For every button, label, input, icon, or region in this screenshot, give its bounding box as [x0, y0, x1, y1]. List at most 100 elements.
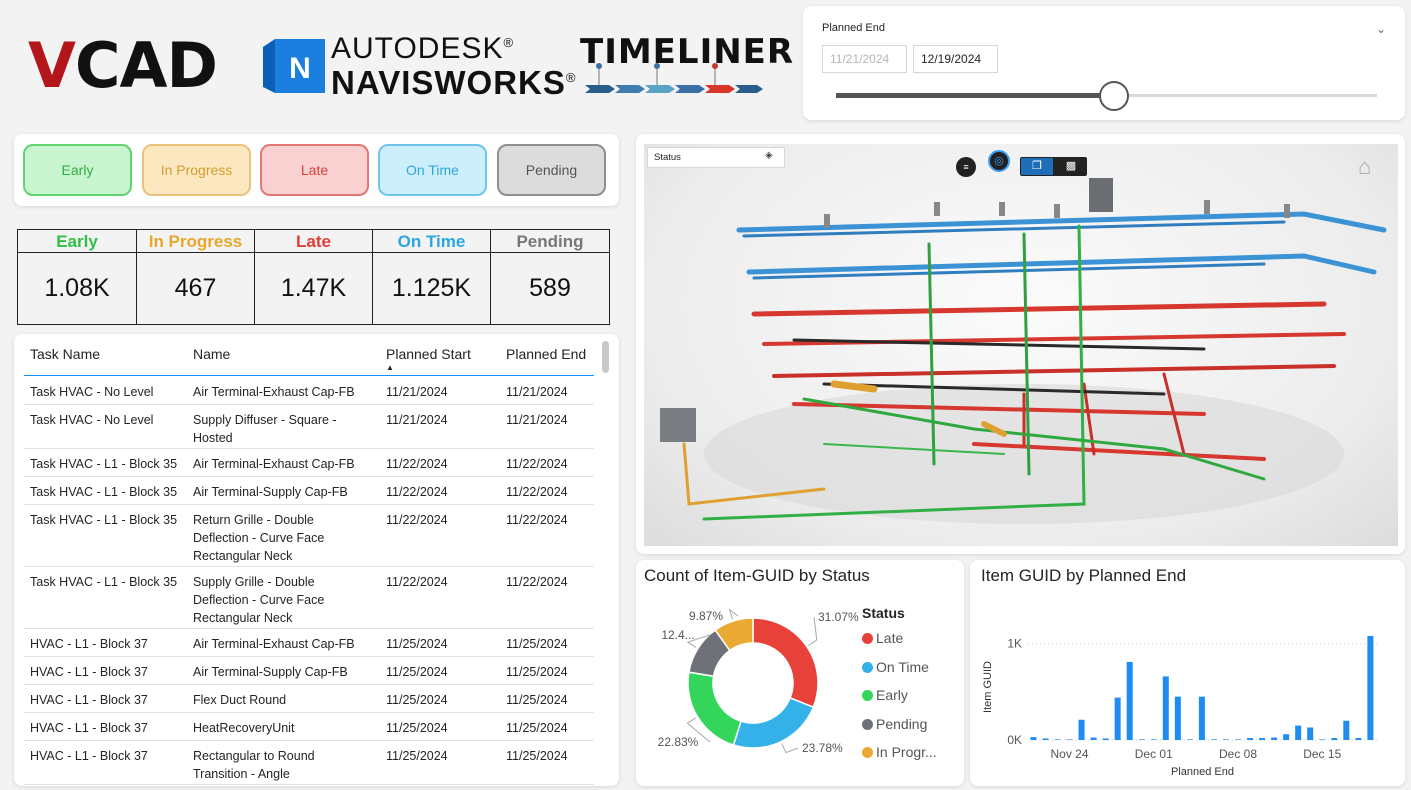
bar[interactable] [1259, 738, 1266, 740]
name-cell: Supply Grille - Double Deflection - Curv… [193, 575, 325, 625]
bar[interactable] [1295, 725, 1302, 740]
table-row[interactable]: Task HVAC - No Level Air Terminal-Exhaust… [24, 377, 594, 405]
legend-dot-icon [862, 661, 873, 673]
donut-data-label: 31.07% [818, 610, 859, 624]
bar[interactable] [1162, 676, 1169, 740]
planned-end-cell: 11/25/2024 [506, 665, 568, 679]
bar[interactable] [1331, 738, 1338, 740]
bar[interactable] [1102, 738, 1109, 741]
bar[interactable] [1222, 739, 1229, 740]
donut-legend-item[interactable]: Late [862, 630, 903, 646]
bar[interactable] [1054, 739, 1061, 740]
chevron-down-icon[interactable]: ⌄ [1376, 22, 1386, 36]
y-axis-title: Item GUID [982, 661, 994, 713]
task-name-cell: HVAC - L1 - Block 37 [30, 665, 148, 679]
status-button-on-time[interactable]: On Time [378, 144, 487, 196]
planned-start-cell: 11/22/2024 [386, 485, 448, 499]
donut-legend-item[interactable]: Early [862, 687, 908, 703]
navisworks-logo-icon: N [263, 37, 325, 95]
column-header-planned-end[interactable]: Planned End [506, 346, 586, 362]
status-button-in-progress[interactable]: In Progress [142, 144, 251, 196]
table-row[interactable]: HVAC - L1 - Block 37Return Grille - Doub… [24, 785, 594, 786]
planned-start-cell: 11/25/2024 [386, 693, 448, 707]
task-name-cell: HVAC - L1 - Block 37 [30, 693, 148, 707]
status-button-late[interactable]: Late [260, 144, 369, 196]
table-row[interactable]: HVAC - L1 - Block 37 HeatRecoveryUnit 11/2… [24, 713, 594, 741]
hatch-icon[interactable]: ▩ [1056, 158, 1086, 175]
table-row[interactable]: HVAC - L1 - Block 37 Flex Duct Round 11/25… [24, 685, 594, 713]
bar[interactable] [1210, 739, 1217, 740]
table-row[interactable]: Task HVAC - L1 - Block 35 Air Terminal-Ex… [24, 449, 594, 477]
slicer-handle[interactable] [1099, 81, 1129, 111]
table-row[interactable]: Task HVAC - L1 - Block 35 Return Grille -… [24, 505, 594, 567]
bar[interactable] [1090, 737, 1097, 740]
column-header-planned-start[interactable]: Planned Start [386, 346, 471, 362]
bar[interactable] [1343, 720, 1350, 740]
table-row[interactable]: HVAC - L1 - Block 37 Air Terminal-Exhaust… [24, 629, 594, 657]
bar[interactable] [1234, 739, 1242, 740]
status-button-early[interactable]: Early [23, 144, 132, 196]
table-row[interactable]: HVAC - L1 - Block 37 Rectangular to Round… [24, 741, 594, 785]
bar[interactable] [1271, 737, 1278, 740]
table-row[interactable]: HVAC - L1 - Block 37 Air Terminal-Supply … [24, 657, 594, 685]
donut-chart-title: Count of Item-GUID by Status [644, 566, 870, 585]
kpi-label: Pending [491, 230, 609, 253]
slicer-start-date-input[interactable]: 11/21/2024 [822, 45, 907, 73]
table-row[interactable]: Task HVAC - L1 - Block 35 Air Terminal-Su… [24, 477, 594, 505]
home-icon[interactable]: ⌂ [1358, 154, 1371, 180]
name-cell: Return Grille - Double Deflection - Curv… [193, 513, 325, 563]
task-table-panel: Task HVAC - No Level Air Terminal-Exhaust… [14, 334, 619, 786]
donut-leader-line [728, 608, 739, 620]
donut-legend-item[interactable]: On Time [862, 659, 929, 675]
bar[interactable] [1114, 697, 1121, 740]
planned-start-cell: 11/22/2024 [386, 575, 448, 589]
donut-legend-title: Status [862, 605, 905, 621]
bar-chart-title: Item GUID by Planned End [981, 566, 1187, 585]
filter-icon[interactable]: ≡ [956, 157, 976, 177]
planned-end-cell: 11/22/2024 [506, 457, 568, 471]
bar[interactable] [1030, 737, 1037, 740]
donut-legend-label: Late [876, 630, 904, 646]
y-tick-label: 1K [1007, 637, 1022, 651]
donut-legend-item[interactable]: In Progr... [862, 744, 937, 760]
kpi-early: Early 1.08K [18, 230, 136, 324]
name-cell: Rectangular to Round Transition - Angle [193, 749, 315, 781]
bar[interactable] [1307, 727, 1314, 740]
section-box-icon[interactable]: ❐ [1021, 158, 1053, 175]
bar[interactable] [1355, 738, 1362, 740]
bar[interactable] [1126, 661, 1133, 740]
model-viewer-canvas[interactable] [644, 144, 1398, 546]
table-scrollbar[interactable] [602, 341, 609, 373]
column-header-name[interactable]: Name [193, 346, 230, 362]
table-row[interactable]: Task HVAC - L1 - Block 35 Supply Grille -… [24, 567, 594, 629]
donut-legend-label: On Time [876, 658, 929, 675]
task-name-cell: Task HVAC - L1 - Block 35 [30, 513, 178, 527]
bar[interactable] [1247, 738, 1254, 740]
donut-data-label: 12.4... [661, 628, 694, 642]
column-header-task-name[interactable]: Task Name [30, 346, 100, 362]
x-tick-label: Nov 24 [1051, 747, 1089, 761]
bar[interactable] [1066, 739, 1073, 740]
bar[interactable] [1186, 739, 1193, 740]
bar[interactable] [1198, 696, 1205, 740]
name-cell: Air Terminal-Supply Cap-FB [193, 485, 348, 499]
legend-dot-icon [862, 690, 873, 701]
bar[interactable] [1283, 734, 1290, 740]
slicer-end-date-input[interactable]: 12/19/2024 [913, 45, 998, 73]
table-row[interactable]: Task HVAC - No Level Supply Diffuser - Sq… [24, 405, 594, 449]
status-button-pending[interactable]: Pending [497, 144, 606, 196]
bar-chart: 0K 1K Item GUID Nov 24 Dec 01 Dec 08 Dec 15 Pla… [982, 635, 1377, 778]
bar[interactable] [1138, 739, 1145, 740]
navisworks-logo-letter: N [289, 52, 311, 85]
bar[interactable] [1367, 635, 1374, 740]
kpi-value: 1.08K [44, 274, 110, 302]
donut-slice-0[interactable] [752, 617, 819, 709]
bar[interactable] [1174, 696, 1181, 740]
focus-icon[interactable]: ◎ [988, 150, 1010, 172]
bar[interactable] [1319, 739, 1326, 740]
donut-legend-item[interactable]: Pending [862, 716, 927, 732]
slicer-title: Planned End [822, 22, 885, 34]
bar[interactable] [1042, 738, 1049, 741]
bar[interactable] [1150, 739, 1157, 740]
bar[interactable] [1078, 719, 1085, 740]
